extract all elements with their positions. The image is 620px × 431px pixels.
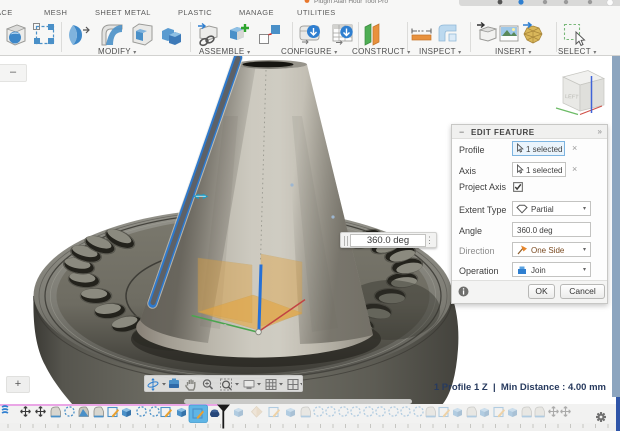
svg-text:Plugin Alan Hour Tool Pro: Plugin Alan Hour Tool Pro [314,0,388,5]
svg-text:LEFT: LEFT [565,94,579,101]
